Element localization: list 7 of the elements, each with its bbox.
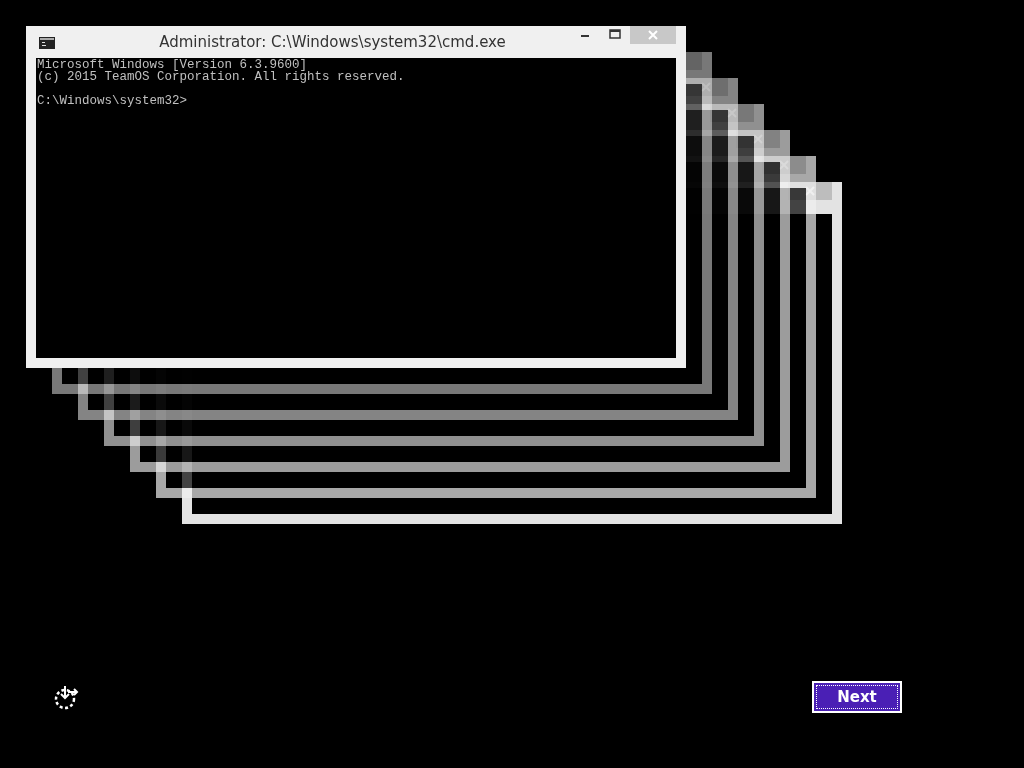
next-button[interactable]: Next: [812, 681, 902, 713]
console-line: (c) 2015 TeamOS Corporation. All rights reserved.: [37, 70, 405, 84]
console-line: C:\Windows\system32>: [37, 94, 188, 108]
console-icon: [39, 37, 55, 49]
accessibility-icon[interactable]: [52, 683, 80, 711]
window-title: Administrator: C:\Windows\system32\cmd.exe: [158, 33, 507, 51]
console-line: Microsoft Windows [Version 6.3.9600]: [37, 58, 308, 72]
